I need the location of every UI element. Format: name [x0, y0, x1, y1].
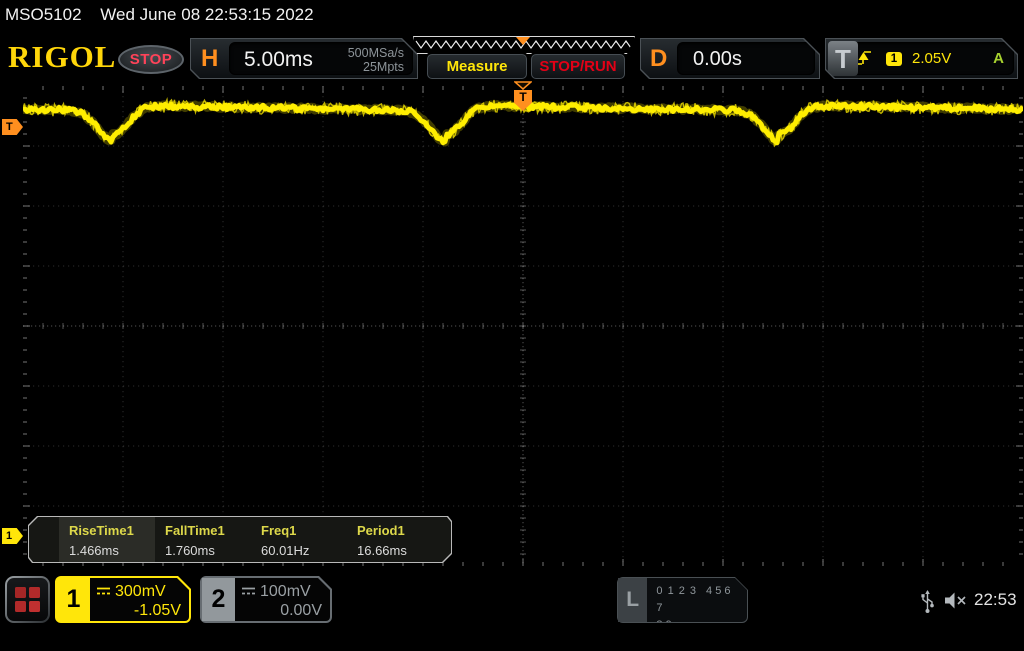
channel1-offset: -1.05V: [133, 602, 181, 619]
trigger-label: T: [828, 41, 858, 76]
channel2-button[interactable]: 2 100mV 0.00V: [200, 576, 332, 623]
acquisition-info: 500MSa/s 25Mpts: [348, 43, 412, 74]
status-bar: MSO5102 Wed June 08 22:53:15 2022: [0, 0, 1024, 30]
stop-run-button[interactable]: STOP/RUN: [531, 54, 625, 79]
dc-coupling-icon: [96, 586, 111, 596]
waveform-overview-group: Measure STOP/RUN: [413, 35, 635, 81]
waveform-display-area[interactable]: [20, 86, 1024, 566]
measurement-label: FallTime1: [165, 523, 225, 538]
model-name: MSO5102: [5, 5, 82, 24]
logic-group-8-11: 8 9 1011: [656, 619, 681, 648]
measurement-item[interactable]: Period1 16.66ms: [347, 517, 443, 562]
overview-position-marker-icon[interactable]: [516, 37, 530, 45]
measurement-item[interactable]: RiseTime1 1.466ms: [59, 517, 155, 562]
run-state-badge: STOP: [118, 45, 184, 74]
measurement-value: 16.66ms: [357, 543, 407, 558]
measurement-panel[interactable]: RiseTime1 1.466ms FallTime1 1.760ms Freq1 60.…: [28, 516, 452, 563]
dc-coupling-icon: [241, 586, 256, 596]
sample-rate: 500MSa/s: [347, 46, 404, 60]
menu-grid-icon: [7, 578, 48, 621]
trigger-position-triangle-icon[interactable]: [514, 81, 532, 90]
channel2-scale: 100mV: [260, 583, 311, 600]
measurement-label: Freq1: [261, 523, 297, 538]
delay-value: 0.00s: [693, 48, 742, 70]
measurement-value: 60.01Hz: [261, 543, 310, 558]
logic-group-0-3: 0 1 2 3: [656, 585, 698, 597]
delay-block[interactable]: D 0.00s: [640, 38, 820, 79]
measurement-item[interactable]: Freq1 60.01Hz: [251, 517, 347, 562]
memory-depth: 25Mpts: [363, 60, 404, 74]
timebase-value: 5.00ms: [244, 48, 313, 71]
channel1-button[interactable]: 1 300mV -1.05V: [55, 576, 191, 623]
rigol-logo: RIGOL: [8, 39, 117, 74]
trigger-level-value: 2.05V: [912, 50, 952, 67]
horizontal-label: H: [201, 45, 219, 72]
graticule-and-trace: [20, 86, 1024, 566]
measurement-item[interactable]: FallTime1 1.760ms: [155, 517, 251, 562]
channel1-number: 1: [57, 578, 90, 621]
trigger-source-badge: 1: [886, 52, 902, 66]
clock-time: 22:53: [974, 590, 1017, 609]
logic-channels-button[interactable]: L 0 1 2 34 5 6 7 8 9 1011 12131415: [617, 577, 748, 623]
logic-group-12-15: 12131415: [689, 636, 738, 648]
channel1-scale: 300mV: [115, 583, 166, 600]
delay-label: D: [650, 45, 668, 72]
measurement-label: RiseTime1: [69, 523, 134, 538]
logic-channel-numbers: 0 1 2 34 5 6 7 8 9 1011 12131415: [647, 578, 747, 622]
channel2-scale-row: 100mV: [241, 582, 322, 601]
measurement-label: Period1: [357, 523, 405, 538]
menu-grid-button[interactable]: [5, 576, 50, 623]
measure-button[interactable]: Measure: [427, 54, 527, 79]
measurement-value: 1.760ms: [165, 543, 215, 558]
channel1-offset-marker[interactable]: 1: [2, 528, 23, 544]
channel2-offset: 0.00V: [280, 602, 322, 619]
trigger-block[interactable]: 1 2.05V A T: [825, 38, 1018, 79]
sound-muted-icon: [945, 592, 966, 608]
datetime-text: Wed June 08 22:53:15 2022: [100, 5, 314, 24]
system-tray: 22:53: [920, 583, 1020, 617]
trigger-level-marker[interactable]: T: [2, 119, 23, 135]
channel1-scale-row: 300mV: [96, 582, 181, 601]
measurement-value: 1.466ms: [69, 543, 119, 558]
channel2-number: 2: [202, 578, 235, 621]
measurement-grid: RiseTime1 1.466ms FallTime1 1.760ms Freq1 60.…: [59, 517, 443, 562]
logic-label: L: [618, 578, 647, 622]
trigger-sweep-mode: A: [993, 50, 1004, 67]
horizontal-settings-block[interactable]: H 5.00ms 500MSa/s 25Mpts: [190, 38, 418, 79]
usb-icon: [921, 589, 934, 613]
